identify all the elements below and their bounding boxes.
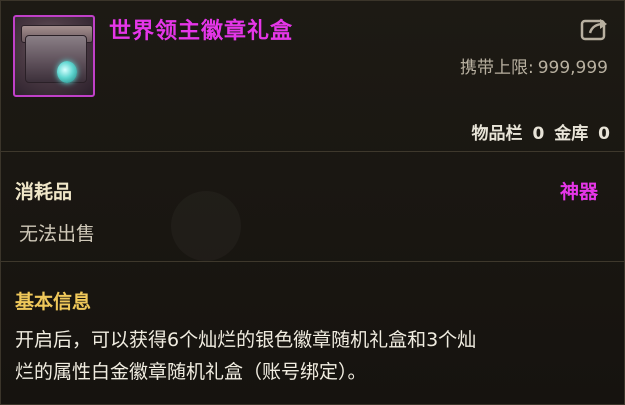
basic-info-title: 基本信息: [15, 291, 92, 313]
share-button[interactable]: [580, 15, 610, 41]
inventory-label: 物品栏: [471, 124, 523, 144]
vault-count: 0: [598, 124, 610, 144]
carry-limit-label: 携带上限:: [459, 58, 534, 78]
item-name: 世界领主徽章礼盒: [109, 19, 294, 44]
description-line: 烂的属性白金徽章随机礼盒（账号绑定）。: [15, 361, 367, 383]
background-emblem: [171, 191, 241, 261]
inventory-count: 0: [532, 124, 545, 144]
item-description: 开启后，可以获得6个灿烂的银色徽章随机礼盒和3个灿 烂的属性白金徽章随机礼盒（账…: [15, 324, 615, 388]
vault-label: 金库: [554, 124, 589, 144]
gift-box-body: [25, 35, 87, 83]
gift-box-gem: [57, 61, 77, 83]
item-tooltip: 世界领主徽章礼盒 携带上限: 999,999 物品栏 0 金库 0 消耗品 神器 …: [0, 0, 625, 405]
storage-counts: 物品栏 0 金库 0: [468, 119, 610, 144]
item-rarity: 神器: [559, 181, 598, 203]
item-category: 消耗品: [15, 181, 73, 203]
share-arrow-icon: [580, 19, 607, 41]
gift-box-icon[interactable]: [13, 15, 95, 97]
carry-limit: 携带上限: 999,999: [460, 53, 608, 78]
description-line: 开启后，可以获得6个灿烂的银色徽章随机礼盒和3个灿: [15, 329, 477, 351]
carry-limit-value: 999,999: [537, 58, 608, 78]
trade-restriction: 无法出售: [19, 223, 96, 245]
